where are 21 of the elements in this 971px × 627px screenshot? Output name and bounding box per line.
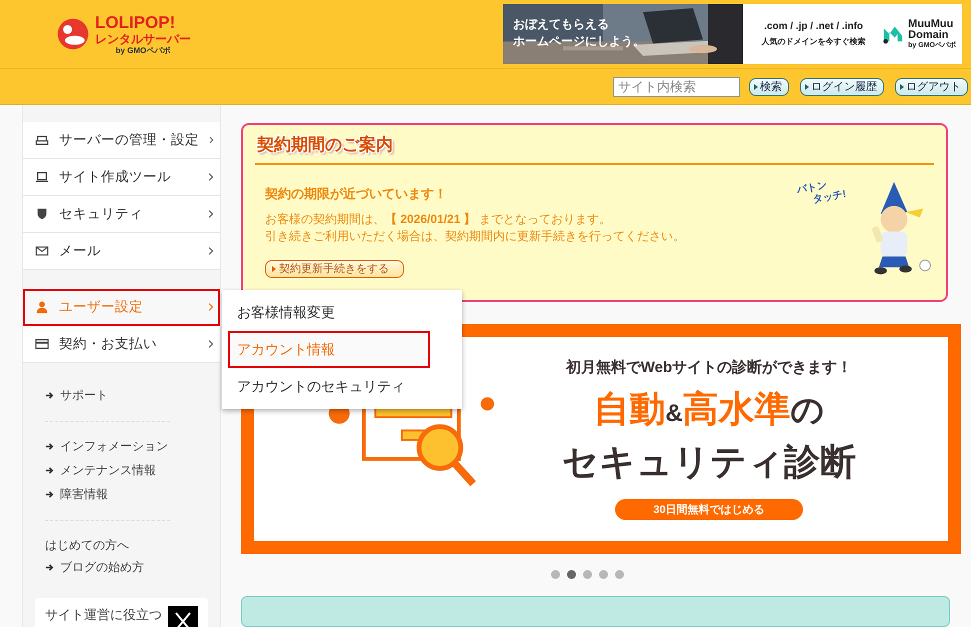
logo-name: LOLIPOP!: [95, 14, 176, 30]
notice-heading: 契約の期限が近づいています！: [265, 185, 448, 203]
speech-text: タッチ!: [812, 188, 848, 206]
banner-headline: セキュリティ診断: [562, 440, 856, 484]
domain-list: .com / .jp / .net / .info: [764, 21, 864, 32]
banner-headline: 高水準: [682, 387, 791, 432]
banner-headline: &: [665, 400, 683, 428]
notice-title: 契約期間のご案内: [257, 134, 394, 156]
ad-headline: ホームページにしよう。: [513, 33, 645, 50]
domain-brand: MuuMuu: [908, 18, 954, 30]
notice-text: 引き続きご利用いただく場合は、契約期間内に更新手続きを行ってください。: [265, 228, 685, 245]
banner-headline: 自動: [593, 387, 666, 432]
banner-lead: 初月無料でWebサイトの診断ができます！: [566, 358, 852, 378]
logo-byline: by GMOペパボ: [116, 46, 170, 54]
notice-text: お客様の契約期間は、【 2026/01/21 】 までとなっております。: [265, 211, 612, 228]
domain-brand: Domain: [908, 30, 948, 42]
ad-headline: おぼえてもらえる: [513, 16, 610, 33]
logo-subtitle: レンタルサーバー: [95, 32, 191, 44]
ad-tagline: 人気のドメインを今すぐ検索: [762, 36, 866, 47]
banner-headline: の: [790, 390, 825, 430]
promo-text: サイト運営に役立つ: [45, 606, 162, 624]
